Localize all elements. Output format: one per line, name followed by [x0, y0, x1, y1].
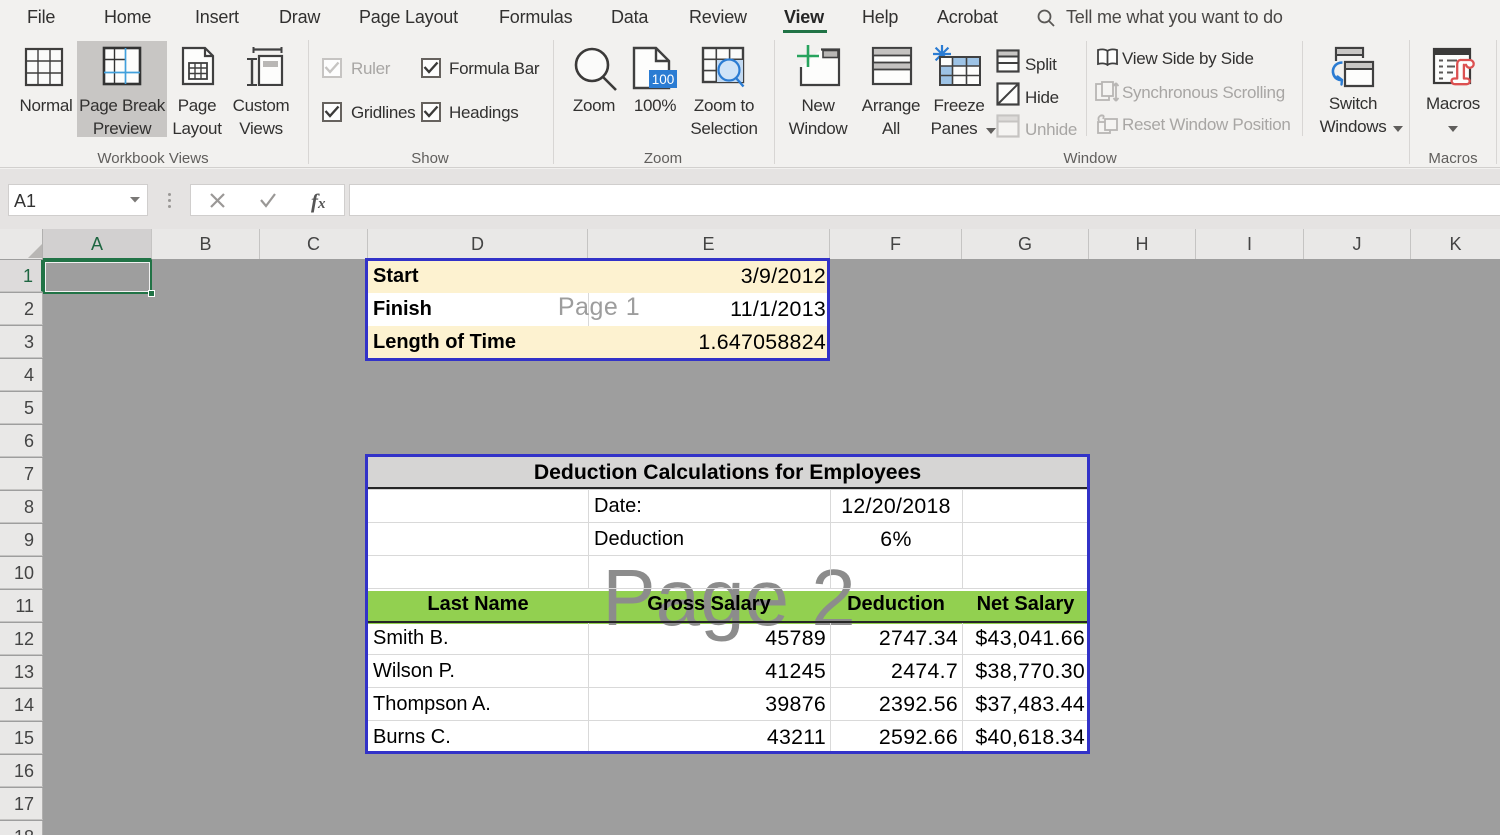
svg-text:100: 100: [652, 72, 675, 87]
